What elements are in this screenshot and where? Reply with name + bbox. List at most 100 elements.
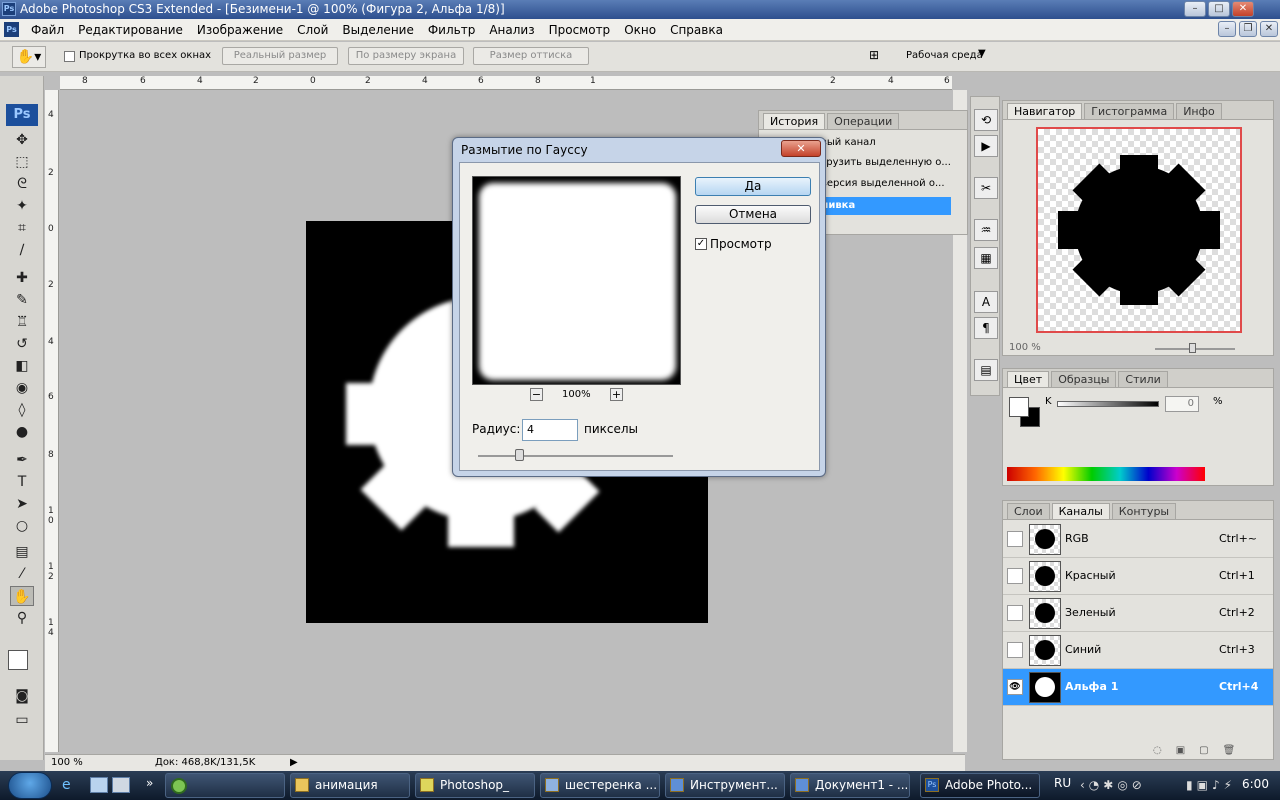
dialog-close-button[interactable]: ✕ [781, 140, 821, 157]
preview-checkbox[interactable]: ✓ [695, 238, 707, 250]
language-indicator[interactable]: RU [1054, 776, 1071, 790]
ps-menu-icon[interactable]: Ps [4, 22, 19, 37]
doc-minimize-button[interactable]: – [1218, 21, 1236, 37]
layer-comps-icon[interactable]: ▤ [974, 359, 998, 381]
foreground-color-swatch[interactable] [8, 650, 28, 670]
pen-tool-icon[interactable]: ✒ [10, 450, 34, 470]
menu-view[interactable]: Просмотр [542, 23, 618, 37]
tab-histogram[interactable]: Гистограмма [1084, 103, 1175, 119]
tab-color[interactable]: Цвет [1007, 371, 1050, 387]
color-fg-swatch[interactable] [1009, 397, 1029, 417]
visibility-toggle[interactable] [1007, 568, 1023, 584]
dodge-tool-icon[interactable]: ● [10, 422, 34, 442]
navigator-zoom[interactable]: 100 % [1009, 342, 1041, 353]
ie-icon[interactable]: e [62, 777, 80, 795]
menu-image[interactable]: Изображение [190, 23, 290, 37]
tab-info[interactable]: Инфо [1176, 103, 1222, 119]
menu-analysis[interactable]: Анализ [482, 23, 541, 37]
type-tool-icon[interactable]: T [10, 472, 34, 492]
move-tool-icon[interactable]: ✥ [10, 130, 34, 150]
hand-tool-icon[interactable]: ✋ [10, 586, 34, 606]
notes-tool-icon[interactable]: ▤ [10, 542, 34, 562]
blur-preview[interactable] [472, 176, 681, 385]
visibility-toggle[interactable] [1007, 642, 1023, 658]
brush-tool-icon[interactable]: ✎ [10, 290, 34, 310]
tab-navigator[interactable]: Навигатор [1007, 103, 1083, 119]
history-brush-tool-icon[interactable]: ↺ [10, 334, 34, 354]
navigator-thumbnail[interactable] [1036, 127, 1242, 333]
channel-row-rgb[interactable]: RGB Ctrl+~ [1003, 521, 1273, 558]
menu-select[interactable]: Выделение [335, 23, 420, 37]
color-spectrum[interactable] [1007, 467, 1205, 481]
blur-tool-icon[interactable]: ◊ [10, 400, 34, 420]
quicklaunch-more[interactable]: » [146, 776, 153, 790]
maximize-button[interactable]: □ [1208, 1, 1230, 17]
tab-swatches[interactable]: Образцы [1051, 371, 1117, 387]
radius-slider-track[interactable] [478, 455, 673, 457]
paragraph-panel-icon[interactable]: ¶ [974, 317, 998, 339]
history-item[interactable]: вый канал [821, 137, 876, 148]
zoom-in-button[interactable]: + [610, 388, 623, 401]
close-button[interactable]: ✕ [1232, 1, 1254, 17]
taskbar-item[interactable]: Инструмент... [665, 773, 785, 798]
marquee-tool-icon[interactable]: ⬚ [10, 152, 34, 172]
hand-tool-preset-icon[interactable]: ✋▾ [12, 46, 46, 68]
workspace-menu[interactable]: Рабочая среда [906, 50, 983, 61]
crop-tool-icon[interactable]: ⌗ [10, 218, 34, 238]
system-tray-status-icons[interactable]: ▮▣♪⚡ [1186, 778, 1236, 792]
quick-mask-icon[interactable]: ◙ [10, 686, 34, 706]
switch-windows-icon[interactable] [112, 777, 130, 793]
path-selection-tool-icon[interactable]: ➤ [10, 494, 34, 514]
tab-channels[interactable]: Каналы [1051, 503, 1110, 519]
brushes-panel-icon[interactable]: ♒ [974, 219, 998, 241]
tab-actions[interactable]: Операции [827, 113, 900, 129]
show-desktop-icon[interactable] [90, 777, 108, 793]
channel-row-blue[interactable]: Синий Ctrl+3 [1003, 632, 1273, 669]
status-menu-arrow-icon[interactable]: ▶ [290, 755, 298, 770]
taskbar-blank-app[interactable] [165, 773, 285, 798]
color-slider-track[interactable] [1057, 401, 1159, 407]
fit-screen-button[interactable]: По размеру экрана [348, 47, 464, 65]
menu-edit[interactable]: Редактирование [71, 23, 190, 37]
tab-layers[interactable]: Слои [1007, 503, 1050, 519]
magic-wand-tool-icon[interactable]: ✦ [10, 196, 34, 216]
channel-footer-icons[interactable]: ◌▣▢🗑 [1153, 745, 1249, 756]
menu-window[interactable]: Окно [617, 23, 663, 37]
clone-source-icon[interactable]: ▦ [974, 247, 998, 269]
history-item-selected[interactable]: ливка [821, 197, 951, 215]
character-panel-icon[interactable]: A [974, 291, 998, 313]
ps-logo[interactable]: Ps [6, 104, 38, 126]
color-value-input[interactable]: 0 [1165, 396, 1199, 412]
channel-row-red[interactable]: Красный Ctrl+1 [1003, 558, 1273, 595]
taskbar-item-active[interactable]: Ps Adobe Photo... [920, 773, 1040, 798]
tab-history[interactable]: История [763, 113, 826, 129]
history-panel-icon[interactable]: ⟲ [974, 109, 998, 131]
taskbar-item[interactable]: шестеренка ... [540, 773, 660, 798]
channel-row-alpha[interactable]: 👁 Альфа 1 Ctrl+4 [1003, 669, 1273, 706]
visibility-toggle[interactable] [1007, 531, 1023, 547]
minimize-button[interactable]: – [1184, 1, 1206, 17]
bridge-icon[interactable]: ⊞ [862, 48, 886, 66]
clone-stamp-tool-icon[interactable]: ♖ [10, 312, 34, 332]
tool-presets-icon[interactable]: ✂ [974, 177, 998, 199]
start-button[interactable] [8, 772, 52, 799]
radius-input[interactable]: 4 [522, 419, 578, 441]
actions-panel-icon[interactable]: ▶ [974, 135, 998, 157]
workspace-dropdown-icon[interactable]: ▼ [978, 48, 986, 59]
eraser-tool-icon[interactable]: ◧ [10, 356, 34, 376]
visibility-toggle[interactable] [1007, 605, 1023, 621]
taskbar-item[interactable]: Photoshop_ [415, 773, 535, 798]
print-size-button[interactable]: Размер оттиска [473, 47, 589, 65]
slice-tool-icon[interactable]: ∕ [10, 240, 34, 260]
history-item[interactable]: грузить выделенную о... [821, 157, 951, 168]
zoom-tool-icon[interactable]: ⚲ [10, 608, 34, 628]
tab-paths[interactable]: Контуры [1111, 503, 1177, 519]
cancel-button[interactable]: Отмена [695, 205, 811, 224]
channel-row-green[interactable]: Зеленый Ctrl+2 [1003, 595, 1273, 632]
screen-mode-icon[interactable]: ▭ [10, 710, 34, 730]
actual-pixels-button[interactable]: Реальный размер [222, 47, 338, 65]
lasso-tool-icon[interactable]: ᘓ [10, 174, 34, 194]
zoom-out-button[interactable]: − [530, 388, 543, 401]
ok-button[interactable]: Да [695, 177, 811, 196]
menu-help[interactable]: Справка [663, 23, 730, 37]
